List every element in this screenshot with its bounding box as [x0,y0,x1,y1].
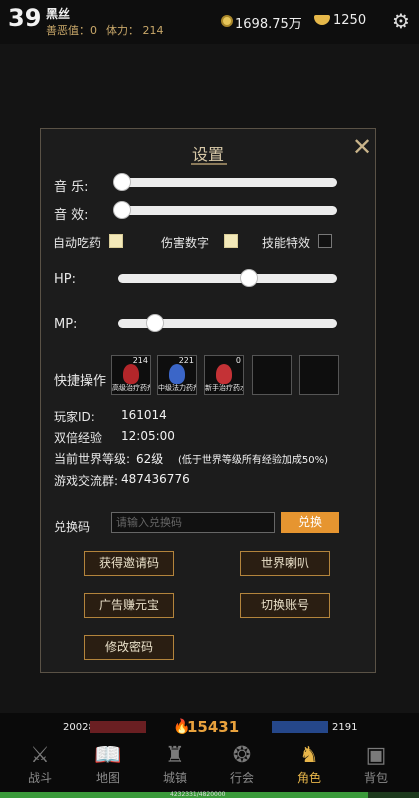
hp-threshold-knob[interactable] [240,269,259,287]
slot-count: 221 [178,356,194,365]
ad-earn-ingot-button[interactable]: 广告赚元宝 [84,593,174,618]
group-value: 487436776 [121,472,190,486]
world-level-label: 当前世界等级: [54,452,131,466]
redeem-code-input[interactable] [111,512,275,533]
stamina-value: 体力： 214 [106,24,164,37]
map-book-icon: 📖 [94,743,122,768]
change-password-button[interactable]: 修改密码 [84,635,174,660]
nav-tab-label: 地图 [95,771,120,785]
skill-effect-checkbox[interactable] [318,234,332,248]
crossed-swords-icon: ⚔ [30,743,50,768]
potion-icon [169,364,185,384]
double-xp-label: 双倍经验 [54,431,103,445]
nav-tab-label: 背包 [363,771,388,785]
backpack-icon: ▣ [365,743,387,768]
player-id-value: 161014 [121,408,167,422]
damage-number-checkbox[interactable] [224,234,238,248]
ingot-icon [314,15,330,25]
character-icon: ♞ [299,743,319,768]
slot-item-name: 中级法力药剂 [158,384,196,392]
close-icon[interactable]: ✕ [352,133,372,161]
world-level-value: 62级 [136,452,164,466]
combat-power: 15431 [187,718,240,736]
bottom-hud: 20028 🔥 15431 2191 ⚔ 战斗 📖 地图 ♜ 城镇 ❂ 行会 ♞ 角色 ▣ 背包 42… [0,713,419,798]
nav-tab-6[interactable]: ▣ 背包 [346,743,406,786]
nav-tab-label: 角色 [296,771,321,785]
sfx-slider[interactable] [113,201,337,219]
damage-number-label: 伤害数字 [161,236,210,250]
redeem-label: 兑换码 [54,520,91,534]
quick-slot-4[interactable] [252,355,292,395]
player-id-label: 玩家ID: [54,410,95,424]
top-status-bar: 39 黑丝 善恶值：0 体力： 214 1698.75万 1250 ⚙ [0,0,419,44]
mp-value: 2191 [332,722,358,733]
auto-eat-label: 自动吃药 [53,236,102,250]
xp-text: 4232331/4820000 [170,791,226,798]
mp-bar [272,721,328,733]
slot-item-name: 高级治疗药剂 [112,384,150,392]
get-invite-code-button[interactable]: 获得邀请码 [84,551,174,576]
gear-icon[interactable]: ⚙ [392,9,410,33]
hp-threshold-slider[interactable] [118,269,337,287]
settings-dialog: 设置 ✕ 音 乐: 音 效: 自动吃药 伤害数字 技能特效 HP: MP: 快捷… [40,128,376,673]
guild-icon: ❂ [232,743,252,768]
nav-tab-5[interactable]: ♞ 角色 [279,743,339,786]
coin-icon [221,15,233,27]
music-slider-knob[interactable] [113,173,131,191]
auto-eat-checkbox[interactable] [109,234,123,248]
nav-tab-label: 行会 [229,771,254,785]
world-level-note: (低于世界等级所有经验加成50%) [178,455,329,466]
slot-item-name: 新手治疗药水 [205,384,243,392]
potion-icon [123,364,139,384]
title-ornament [191,163,227,165]
quick-slot-2[interactable]: 221 中级法力药剂 [157,355,197,395]
skill-effect-label: 技能特效 [262,236,311,250]
nav-tab-4[interactable]: ❂ 行会 [212,743,272,786]
mp-threshold-knob[interactable] [146,314,165,332]
karma-value: 善恶值：0 [46,24,97,37]
potion-icon [216,364,232,384]
redeem-button[interactable]: 兑换 [281,512,339,533]
sfx-label: 音 效: [54,208,89,223]
world-horn-button[interactable]: 世界喇叭 [240,551,330,576]
hp-bar [90,721,146,733]
ingot-amount: 1250 [333,13,367,28]
player-level: 39 [8,4,42,32]
nav-tab-3[interactable]: ♜ 城镇 [145,743,205,786]
sfx-slider-knob[interactable] [113,201,131,219]
nav-tab-1[interactable]: ⚔ 战斗 [10,743,70,786]
slot-count: 0 [235,356,241,365]
group-label: 游戏交流群: [54,474,119,488]
double-xp-value: 12:05:00 [121,429,175,443]
quick-slot-5[interactable] [299,355,339,395]
music-slider[interactable] [113,173,337,191]
music-label: 音 乐: [54,180,89,195]
mp-label: MP: [54,317,78,332]
hp-label: HP: [54,272,76,287]
dialog-title: 设置 [191,145,224,164]
player-name: 黑丝 [46,7,71,21]
town-icon: ♜ [165,743,185,768]
quick-slot-1[interactable]: 214 高级治疗药剂 [111,355,151,395]
slot-count: 214 [132,356,148,365]
nav-tab-label: 城镇 [162,771,187,785]
quick-slot-3[interactable]: 0 新手治疗药水 [204,355,244,395]
quick-action-label: 快捷操作 [54,374,107,389]
mp-threshold-slider[interactable] [118,314,337,332]
nav-tab-2[interactable]: 📖 地图 [78,743,138,786]
nav-tab-label: 战斗 [27,771,52,785]
switch-account-button[interactable]: 切换账号 [240,593,330,618]
coin-amount: 1698.75万 [235,17,302,32]
